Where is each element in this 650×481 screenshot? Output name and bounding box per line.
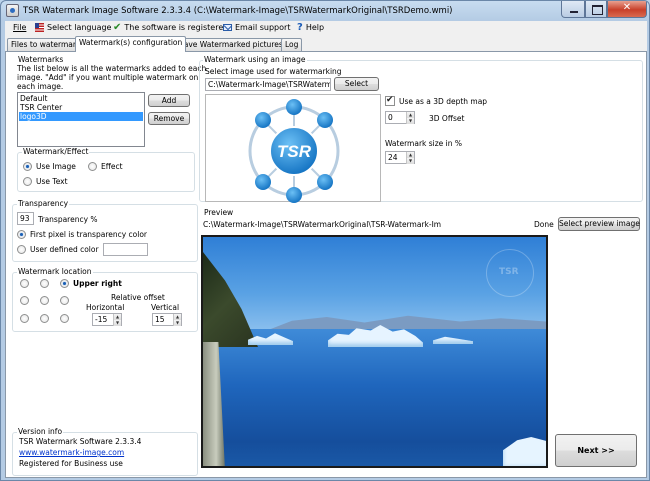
- watermark-overlay-icon: [486, 249, 534, 297]
- version-text: TSR Watermark Software 2.3.3.4: [19, 437, 142, 446]
- depth-map-label: Use as a 3D depth map: [399, 97, 488, 106]
- spin-down-icon[interactable]: ▼: [406, 158, 414, 164]
- location-radio-top-right[interactable]: [60, 279, 69, 288]
- watermarks-description-1: The list below is all the watermarks add…: [17, 64, 207, 73]
- use-image-radio[interactable]: [23, 162, 32, 171]
- watermark-size-stepper[interactable]: 24 ▲ ▼: [385, 151, 415, 164]
- config-panel: Watermarks The list below is all the wat…: [5, 51, 647, 478]
- watermark-image-preview: TSR: [205, 94, 381, 203]
- remove-button[interactable]: Remove: [148, 112, 190, 125]
- location-radio-top-left[interactable]: [20, 279, 29, 288]
- menu-file[interactable]: File: [13, 23, 26, 32]
- watermark-size-label: Watermark size in %: [385, 139, 463, 148]
- close-icon: ✕: [622, 2, 632, 13]
- location-radio-bottom-left[interactable]: [20, 314, 29, 323]
- location-radio-top-center[interactable]: [40, 279, 49, 288]
- select-image-label: Select image used for watermarking: [205, 67, 342, 76]
- location-radio-middle-center[interactable]: [40, 296, 49, 305]
- location-radio-bottom-right[interactable]: [60, 314, 69, 323]
- vertical-label: Vertical: [151, 303, 180, 312]
- preview-title: Preview: [203, 208, 235, 217]
- effect-group: [17, 152, 195, 192]
- app-icon: [6, 4, 19, 17]
- use-image-label: Use Image: [36, 162, 76, 171]
- list-item-selected[interactable]: logo3D: [19, 112, 143, 121]
- website-link[interactable]: www.watermark-image.com: [19, 448, 124, 457]
- first-pixel-radio[interactable]: [17, 230, 26, 239]
- horizontal-offset-stepper[interactable]: -15 ▲ ▼: [92, 313, 122, 326]
- list-item[interactable]: TSR Center: [19, 103, 143, 112]
- effect-radio[interactable]: [88, 162, 97, 171]
- preview-image: [201, 235, 548, 468]
- spin-down-icon[interactable]: ▼: [113, 320, 121, 326]
- relative-offset-label: Relative offset: [111, 293, 165, 302]
- transparency-input[interactable]: 93: [17, 212, 34, 225]
- color-picker-field[interactable]: [103, 243, 148, 256]
- first-pixel-label: First pixel is transparency color: [30, 230, 148, 239]
- location-radio-bottom-center[interactable]: [40, 314, 49, 323]
- user-defined-radio[interactable]: [17, 245, 26, 254]
- app-window: TSR Watermark Image Software 2.3.3.4 (C:…: [0, 0, 650, 481]
- location-radio-middle-left[interactable]: [20, 296, 29, 305]
- location-selected-label: Upper right: [73, 279, 122, 288]
- logo-text: TSR: [277, 142, 312, 161]
- effect-title: Watermark/Effect: [22, 147, 90, 156]
- image-watermark-title: Watermark using an image: [203, 55, 307, 64]
- maximize-button[interactable]: [585, 1, 607, 18]
- mail-icon: [223, 24, 232, 31]
- window-title: TSR Watermark Image Software 2.3.3.4 (C:…: [23, 6, 453, 16]
- tab-save-watermarked[interactable]: Save Watermarked pictures as: [175, 38, 298, 51]
- vertical-offset-stepper[interactable]: 15 ▲ ▼: [152, 313, 182, 326]
- horizontal-label: Horizontal: [86, 303, 125, 312]
- use-text-label: Use Text: [36, 177, 68, 186]
- user-defined-label: User defined color: [30, 245, 99, 254]
- flag-icon: [35, 23, 44, 32]
- menu-help[interactable]: ? Help: [297, 22, 324, 33]
- menu-registered[interactable]: ✔ The software is registered: [113, 22, 228, 33]
- use-text-radio[interactable]: [23, 177, 32, 186]
- close-button[interactable]: ✕: [607, 1, 647, 18]
- tab-watermark-configuration[interactable]: Watermark(s) configuration: [75, 36, 187, 52]
- menu-bar: File Select language ✔ The software is re…: [5, 21, 647, 36]
- menu-email-support[interactable]: Email support: [223, 23, 290, 32]
- preview-status: Done: [534, 220, 554, 229]
- tab-log[interactable]: Log: [281, 38, 303, 51]
- watermarks-description-3: each image.: [17, 82, 64, 91]
- next-button[interactable]: Next >>: [555, 434, 637, 467]
- license-text: Registered for Business use: [19, 459, 123, 468]
- transparency-title: Transparency: [17, 199, 70, 208]
- image-path-field[interactable]: C:\Watermark-Image\TSRWatermark\: [205, 78, 331, 91]
- help-icon: ?: [297, 22, 303, 33]
- tab-files-to-watermark[interactable]: Files to watermark: [7, 38, 85, 51]
- menu-select-language[interactable]: Select language: [35, 23, 111, 32]
- preview-path: C:\Watermark-Image\TSRWatermarkOriginal\…: [203, 220, 442, 229]
- transparency-unit: Transparency %: [38, 215, 98, 224]
- version-title: Version info: [17, 427, 64, 436]
- watermarks-description-2: image. "Add" if you want multiple waterm…: [17, 73, 199, 82]
- list-item[interactable]: Default: [19, 94, 143, 103]
- watermarks-title: Watermarks: [17, 55, 65, 64]
- watermark-list[interactable]: Default TSR Center logo3D: [17, 92, 145, 147]
- effect-label: Effect: [101, 162, 123, 171]
- title-bar: TSR Watermark Image Software 2.3.3.4 (C:…: [1, 1, 649, 21]
- depth-offset-label: 3D Offset: [429, 114, 465, 123]
- location-title: Watermark location: [17, 267, 93, 276]
- minimize-button[interactable]: [561, 1, 585, 18]
- select-preview-image-button[interactable]: Select preview image: [558, 217, 640, 231]
- add-button[interactable]: Add: [148, 94, 190, 107]
- depth-offset-stepper[interactable]: 0 ▲ ▼: [385, 111, 415, 124]
- tsr-logo-icon: TSR: [248, 99, 340, 203]
- spin-down-icon[interactable]: ▼: [406, 118, 414, 124]
- location-radio-middle-right[interactable]: [60, 296, 69, 305]
- select-image-button[interactable]: Select: [334, 77, 379, 91]
- spin-down-icon[interactable]: ▼: [173, 320, 181, 326]
- depth-map-checkbox[interactable]: [385, 95, 395, 106]
- check-icon: ✔: [113, 22, 122, 33]
